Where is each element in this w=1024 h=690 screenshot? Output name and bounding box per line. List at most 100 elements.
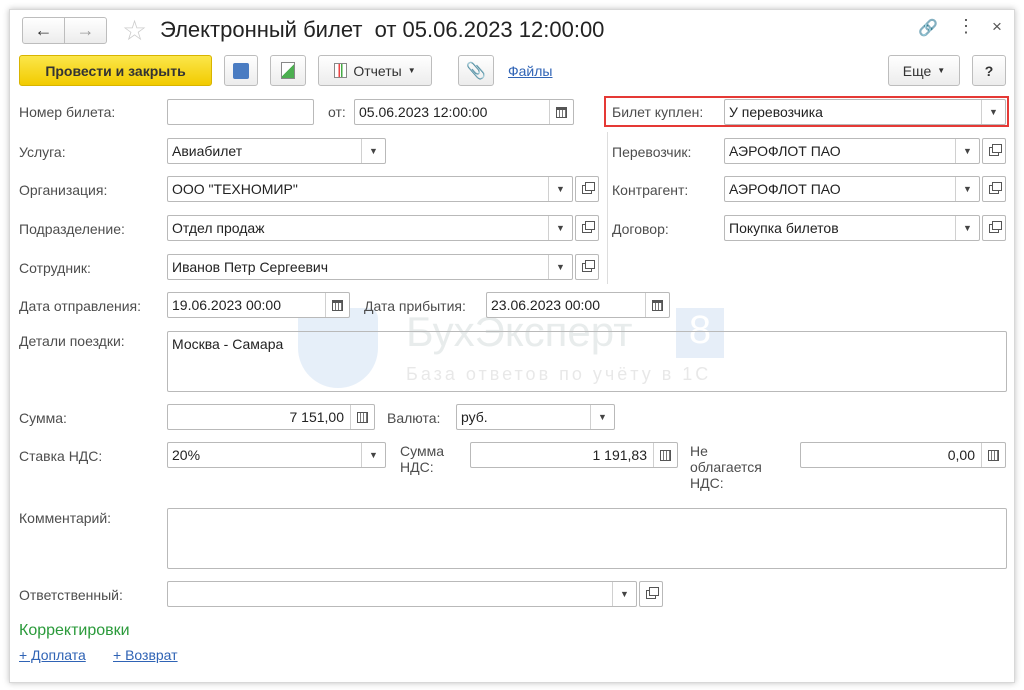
files-link[interactable]: Файлы (508, 63, 552, 79)
calendar-icon (556, 106, 567, 118)
arrival-label: Дата прибытия: (364, 298, 466, 314)
currency-label: Валюта: (387, 410, 441, 426)
carrier-open-button[interactable] (982, 138, 1006, 164)
vat-exempt-input[interactable]: 0,00 (800, 442, 1006, 468)
save-icon (233, 62, 249, 79)
currency-select[interactable]: руб. ▼ (456, 404, 615, 430)
chevron-down-icon[interactable]: ▼ (548, 177, 572, 201)
calendar-icon (332, 299, 343, 311)
forward-button[interactable]: → (64, 17, 107, 44)
corrections-title: Корректировки (19, 622, 130, 639)
help-button[interactable]: ? (972, 55, 1006, 86)
contract-open-button[interactable] (982, 215, 1006, 241)
counterparty-open-button[interactable] (982, 176, 1006, 202)
vat-amount-input[interactable]: 1 191,83 (470, 442, 678, 468)
comment-textarea[interactable] (167, 508, 1007, 569)
back-button[interactable]: ← (22, 17, 65, 44)
calculator-button[interactable] (350, 405, 374, 429)
post-doc-icon (281, 62, 295, 79)
date-input[interactable]: 05.06.2023 12:00:00 (354, 99, 574, 125)
employee-select[interactable]: Иванов Петр Сергеевич ▼ (167, 254, 573, 280)
column-divider (607, 132, 608, 284)
chevron-down-icon[interactable]: ▼ (548, 216, 572, 240)
more-vert-icon[interactable]: ⋮ (957, 16, 975, 37)
calendar-button[interactable] (645, 293, 669, 317)
calculator-button[interactable] (653, 443, 677, 467)
link-icon[interactable]: 🔗 (918, 18, 938, 38)
calendar-button[interactable] (325, 293, 349, 317)
refund-link[interactable]: + Возврат (113, 647, 178, 663)
chevron-down-icon[interactable]: ▼ (361, 443, 385, 467)
comment-label: Комментарий: (19, 510, 112, 526)
chevron-down-icon[interactable]: ▼ (548, 255, 572, 279)
service-select[interactable]: Авиабилет ▼ (167, 138, 386, 164)
chevron-down-icon[interactable]: ▼ (981, 100, 1005, 124)
carrier-label: Перевозчик: (612, 144, 692, 160)
department-select[interactable]: Отдел продаж ▼ (167, 215, 573, 241)
post-button[interactable] (270, 55, 306, 86)
ticket-number-input[interactable] (167, 99, 314, 125)
calendar-button[interactable] (549, 100, 573, 124)
close-icon[interactable]: × (992, 17, 1002, 37)
calculator-button[interactable] (981, 443, 1005, 467)
chevron-down-icon[interactable]: ▼ (612, 582, 636, 606)
calendar-icon (652, 299, 663, 311)
star-icon[interactable]: ☆ (122, 14, 147, 47)
trip-details-textarea[interactable]: Москва - Самара (167, 331, 1007, 392)
amount-label: Сумма: (19, 410, 67, 426)
vat-rate-select[interactable]: 20% ▼ (167, 442, 386, 468)
attach-button[interactable]: 📎 (458, 55, 494, 86)
amount-input[interactable]: 7 151,00 (167, 404, 375, 430)
open-icon (582, 181, 595, 194)
chevron-down-icon[interactable]: ▼ (361, 139, 385, 163)
ticket-number-label: Номер билета: (19, 104, 116, 120)
post-close-button[interactable]: Провести и закрыть (19, 55, 212, 86)
open-icon (582, 259, 595, 272)
surcharge-link[interactable]: + Доплата (19, 647, 86, 663)
bought-select[interactable]: У перевозчика ▼ (724, 99, 1006, 125)
open-icon (989, 143, 1002, 156)
counterparty-select[interactable]: АЭРОФЛОТ ПАО ▼ (724, 176, 980, 202)
carrier-select[interactable]: АЭРОФЛОТ ПАО ▼ (724, 138, 980, 164)
chevron-down-icon[interactable]: ▼ (955, 177, 979, 201)
responsible-select[interactable]: ▼ (167, 581, 637, 607)
open-icon (646, 586, 659, 599)
open-icon (989, 181, 1002, 194)
chevron-down-icon: ▼ (407, 66, 416, 75)
department-label: Подразделение: (19, 221, 125, 237)
chevron-down-icon[interactable]: ▼ (955, 139, 979, 163)
organization-select[interactable]: ООО "ТЕХНОМИР" ▼ (167, 176, 573, 202)
organization-open-button[interactable] (575, 176, 599, 202)
arrow-right-icon: → (76, 20, 95, 40)
departure-input[interactable]: 19.06.2023 00:00 (167, 292, 350, 318)
employee-label: Сотрудник: (19, 260, 91, 276)
responsible-label: Ответственный: (19, 587, 123, 603)
save-button[interactable] (224, 55, 258, 86)
date-label: от: (328, 104, 346, 120)
chevron-down-icon[interactable]: ▼ (590, 405, 614, 429)
chevron-down-icon: ▼ (937, 66, 946, 75)
service-label: Услуга: (19, 144, 66, 160)
calculator-icon (660, 449, 671, 461)
vat-amount-label: Сумма НДС: (400, 443, 444, 475)
arrival-input[interactable]: 23.06.2023 00:00 (486, 292, 670, 318)
department-open-button[interactable] (575, 215, 599, 241)
arrow-left-icon: ← (34, 20, 53, 40)
employee-open-button[interactable] (575, 254, 599, 280)
report-icon (334, 63, 348, 78)
paperclip-icon: 📎 (466, 62, 486, 80)
open-icon (582, 220, 595, 233)
page-title: Электронный билет от 05.06.2023 12:00:00 (160, 17, 605, 42)
bought-label: Билет куплен: (612, 104, 704, 120)
more-button[interactable]: Еще ▼ (888, 55, 960, 86)
departure-label: Дата отправления: (19, 298, 142, 314)
open-icon (989, 220, 1002, 233)
calculator-icon (357, 411, 368, 423)
chevron-down-icon[interactable]: ▼ (955, 216, 979, 240)
reports-button[interactable]: Отчеты ▼ (318, 55, 432, 86)
vat-rate-label: Ставка НДС: (19, 448, 103, 464)
calculator-icon (988, 449, 999, 461)
responsible-open-button[interactable] (639, 581, 663, 607)
contract-select[interactable]: Покупка билетов ▼ (724, 215, 980, 241)
counterparty-label: Контрагент: (612, 182, 689, 198)
